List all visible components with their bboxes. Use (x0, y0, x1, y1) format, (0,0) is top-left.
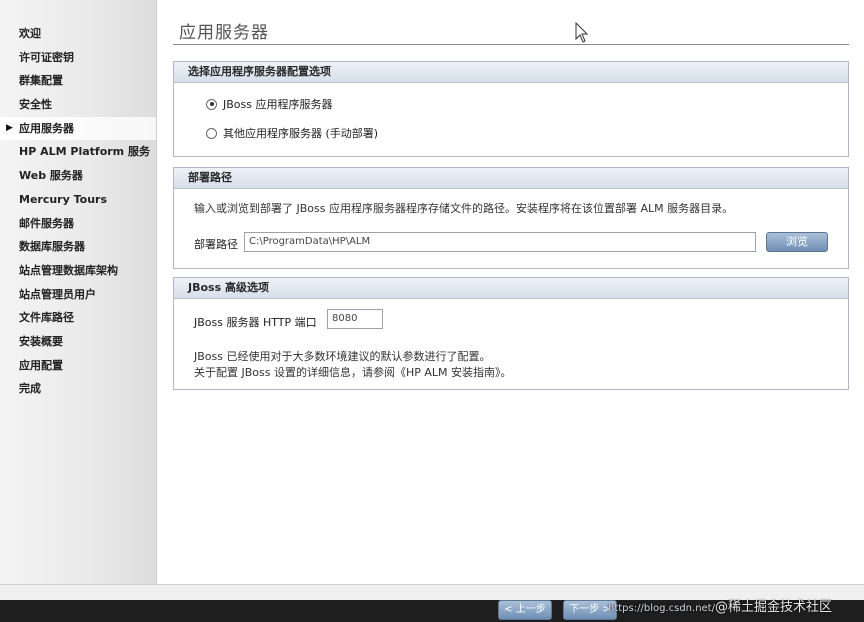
http-port-input[interactable]: 8080 (327, 309, 383, 329)
wizard-sidebar: 欢迎 许可证密钥 群集配置 安全性 ▶ 应用服务器 HP ALM Platfor… (0, 0, 157, 584)
sidebar-item-security[interactable]: 安全性 (0, 93, 156, 117)
sidebar-item-database-server[interactable]: 数据库服务器 (0, 235, 156, 259)
jboss-server-radio[interactable] (206, 98, 217, 110)
deploy-path-label: 部署路径 (194, 238, 238, 251)
sidebar-item-mercury-tours[interactable]: Mercury Tours (0, 188, 156, 212)
jboss-server-radio-label: JBoss 应用程序服务器 (223, 98, 333, 111)
app-server-option-panel: 选择应用程序服务器配置选项 JBoss 应用程序服务器 其他应用程序服务器 (手… (173, 61, 849, 157)
sidebar-item-label: 安全性 (19, 98, 52, 112)
panel-header: 选择应用程序服务器配置选项 (174, 62, 848, 83)
panel-header: 部署路径 (174, 168, 848, 189)
other-server-radio-label: 其他应用程序服务器 (手动部署) (223, 127, 379, 140)
deploy-path-panel: 部署路径 输入或浏览到部署了 JBoss 应用程序服务器程序存储文件的路径。安装… (173, 167, 849, 269)
sidebar-item-label: 完成 (19, 382, 41, 396)
sidebar-item-label: Mercury Tours (19, 192, 108, 206)
sidebar-item-label: 许可证密钥 (19, 50, 74, 64)
sidebar-item-label: 欢迎 (19, 27, 41, 40)
sidebar-item-label: 应用服务器 (19, 121, 74, 135)
sidebar-item-finish[interactable]: 完成 (0, 377, 156, 401)
installer-window: 欢迎 许可证密钥 群集配置 安全性 ▶ 应用服务器 HP ALM Platfor… (0, 0, 864, 601)
sidebar-item-alm-platform-service[interactable]: HP ALM Platform 服务 (0, 140, 156, 164)
http-port-label: JBoss 服务器 HTTP 端口 (194, 316, 317, 329)
sidebar-item-mail-server[interactable]: 邮件服务器 (0, 212, 156, 236)
sidebar-item-label: 邮件服务器 (19, 216, 74, 230)
other-server-radio[interactable] (206, 127, 217, 139)
title-divider (173, 44, 849, 45)
sidebar-item-label: 应用配置 (19, 358, 63, 372)
main-content: 应用服务器 选择应用程序服务器配置选项 JBoss 应用程序服务器 其他应用程序… (157, 0, 864, 584)
jboss-advanced-panel: JBoss 高级选项 JBoss 服务器 HTTP 端口 8080 JBoss … (173, 277, 849, 390)
sidebar-item-label: HP ALM Platform 服务 (19, 145, 150, 159)
sidebar-item-label: 数据库服务器 (19, 240, 85, 254)
jboss-note-line-2: 关于配置 JBoss 设置的详细信息，请参阅《HP ALM 安装指南》。 (194, 366, 512, 379)
watermark-text: @稀土掘金技术社区 (714, 600, 832, 615)
page-title: 应用服务器 (179, 23, 269, 43)
watermark: https://blog.csdn.net/@稀土掘金技术社区 (608, 596, 832, 615)
jboss-server-radio-option[interactable]: JBoss 应用程序服务器 (206, 96, 332, 112)
back-button[interactable]: < 上一步 (498, 600, 552, 620)
other-server-radio-option[interactable]: 其他应用程序服务器 (手动部署) (206, 125, 378, 141)
sidebar-item-label: 站点管理员用户 (19, 287, 96, 301)
sidebar-item-cluster-config[interactable]: 群集配置 (0, 69, 156, 93)
deploy-path-description: 输入或浏览到部署了 JBoss 应用程序服务器程序存储文件的路径。安装程序将在该… (194, 202, 734, 215)
current-step-arrow-icon: ▶ (6, 122, 13, 133)
sidebar-item-repository-path[interactable]: 文件库路径 (0, 306, 156, 330)
sidebar-item-web-server[interactable]: Web 服务器 (0, 164, 156, 188)
mouse-cursor-icon (575, 22, 589, 43)
jboss-note-line-1: JBoss 已经使用对于大多数环境建议的默认参数进行了配置。 (194, 350, 491, 363)
sidebar-item-app-config[interactable]: 应用配置 (0, 354, 156, 378)
sidebar-item-site-admin-user[interactable]: 站点管理员用户 (0, 283, 156, 307)
sidebar-item-site-admin-schema[interactable]: 站点管理数据库架构 (0, 259, 156, 283)
sidebar-item-license-key[interactable]: 许可证密钥 (0, 46, 156, 70)
sidebar-item-welcome[interactable]: 欢迎 (0, 22, 156, 46)
sidebar-item-label: 文件库路径 (19, 311, 74, 325)
deploy-path-input[interactable]: C:\ProgramData\HP\ALM (244, 232, 756, 252)
sidebar-item-label: 群集配置 (19, 74, 63, 88)
watermark-url: https://blog.csdn.net/ (608, 603, 715, 614)
sidebar-item-app-server[interactable]: ▶ 应用服务器 (0, 116, 156, 141)
sidebar-item-install-summary[interactable]: 安装概要 (0, 330, 156, 354)
sidebar-item-label: 安装概要 (19, 334, 63, 348)
sidebar-item-label: Web 服务器 (19, 169, 83, 183)
browse-button[interactable]: 浏览 (766, 232, 828, 252)
sidebar-item-label: 站点管理数据库架构 (19, 263, 118, 277)
panel-header: JBoss 高级选项 (174, 278, 848, 299)
